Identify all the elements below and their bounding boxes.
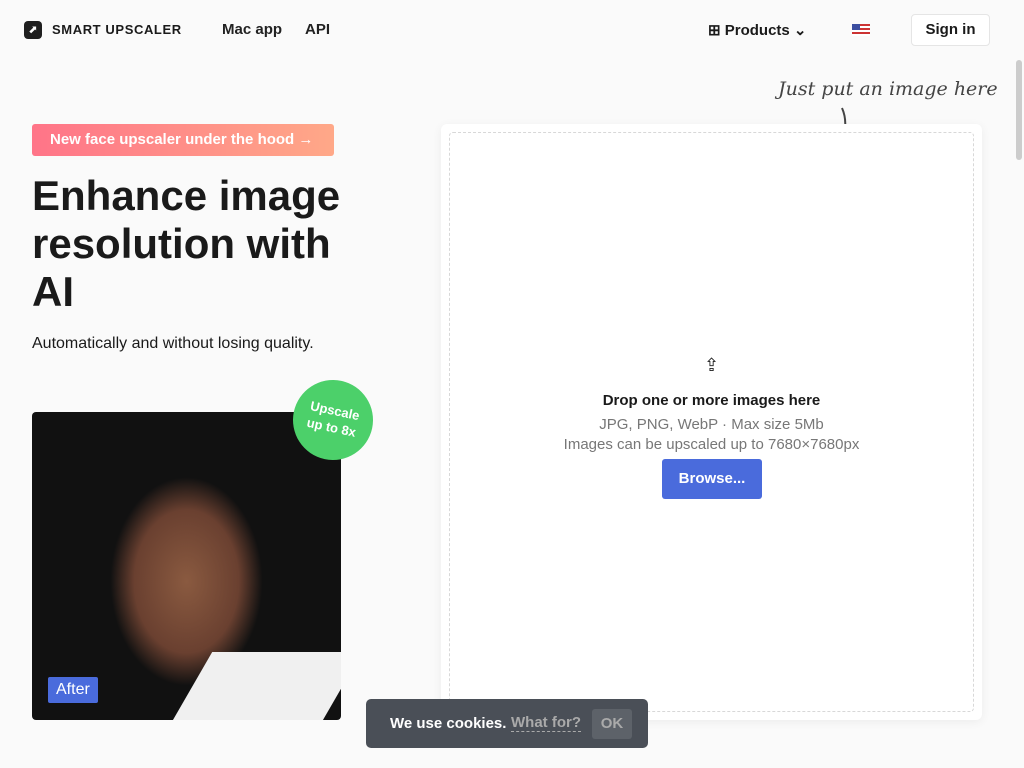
us-flag-icon[interactable] bbox=[852, 24, 870, 36]
cookie-banner: We use cookies. What for? OK bbox=[366, 699, 648, 748]
products-label: Products bbox=[724, 22, 790, 39]
top-nav: ⬈ SMART UPSCALER Mac app API ⊞ Products … bbox=[0, 0, 1024, 60]
example-photo: After bbox=[32, 412, 341, 720]
nav-mac-app[interactable]: Mac app bbox=[222, 21, 282, 38]
arrow-right-icon: → bbox=[294, 131, 314, 148]
drop-limit: Images can be upscaled up to 7680×7680px bbox=[563, 436, 860, 453]
subtitle: Automatically and without losing quality… bbox=[32, 335, 314, 352]
cookie-what-for-link[interactable]: What for? bbox=[511, 714, 581, 732]
products-menu[interactable]: ⊞ Products ⌄ bbox=[708, 21, 807, 39]
nav-api[interactable]: API bbox=[305, 21, 330, 38]
page-title: Enhance image resolution with AI bbox=[32, 172, 341, 315]
cookie-ok-button[interactable]: OK bbox=[592, 709, 632, 739]
upload-icon: ⇪ bbox=[703, 355, 720, 375]
sign-in-button[interactable]: Sign in bbox=[911, 14, 990, 46]
drop-hint: Just put an image here bbox=[778, 78, 998, 100]
chevron-down-icon: ⌄ bbox=[789, 22, 807, 39]
promo-text: New face upscaler under the hood bbox=[50, 131, 295, 148]
logo-icon[interactable]: ⬈ bbox=[24, 21, 42, 39]
scrollbar[interactable] bbox=[1016, 60, 1022, 160]
after-label: After bbox=[48, 677, 98, 703]
drop-formats: JPG, PNG, WebP · Max size 5Mb bbox=[599, 416, 824, 433]
promo-banner[interactable]: New face upscaler under the hood → bbox=[32, 124, 334, 156]
drop-title: Drop one or more images here bbox=[602, 392, 821, 409]
brand-name[interactable]: SMART UPSCALER bbox=[52, 22, 182, 37]
upload-card: ⇪ Drop one or more images here JPG, PNG,… bbox=[441, 124, 982, 720]
cookie-text: We use cookies. bbox=[390, 715, 507, 732]
browse-button[interactable]: Browse... bbox=[662, 459, 762, 499]
drop-zone[interactable]: ⇪ Drop one or more images here JPG, PNG,… bbox=[449, 132, 974, 712]
grid-icon: ⊞ bbox=[708, 22, 725, 39]
